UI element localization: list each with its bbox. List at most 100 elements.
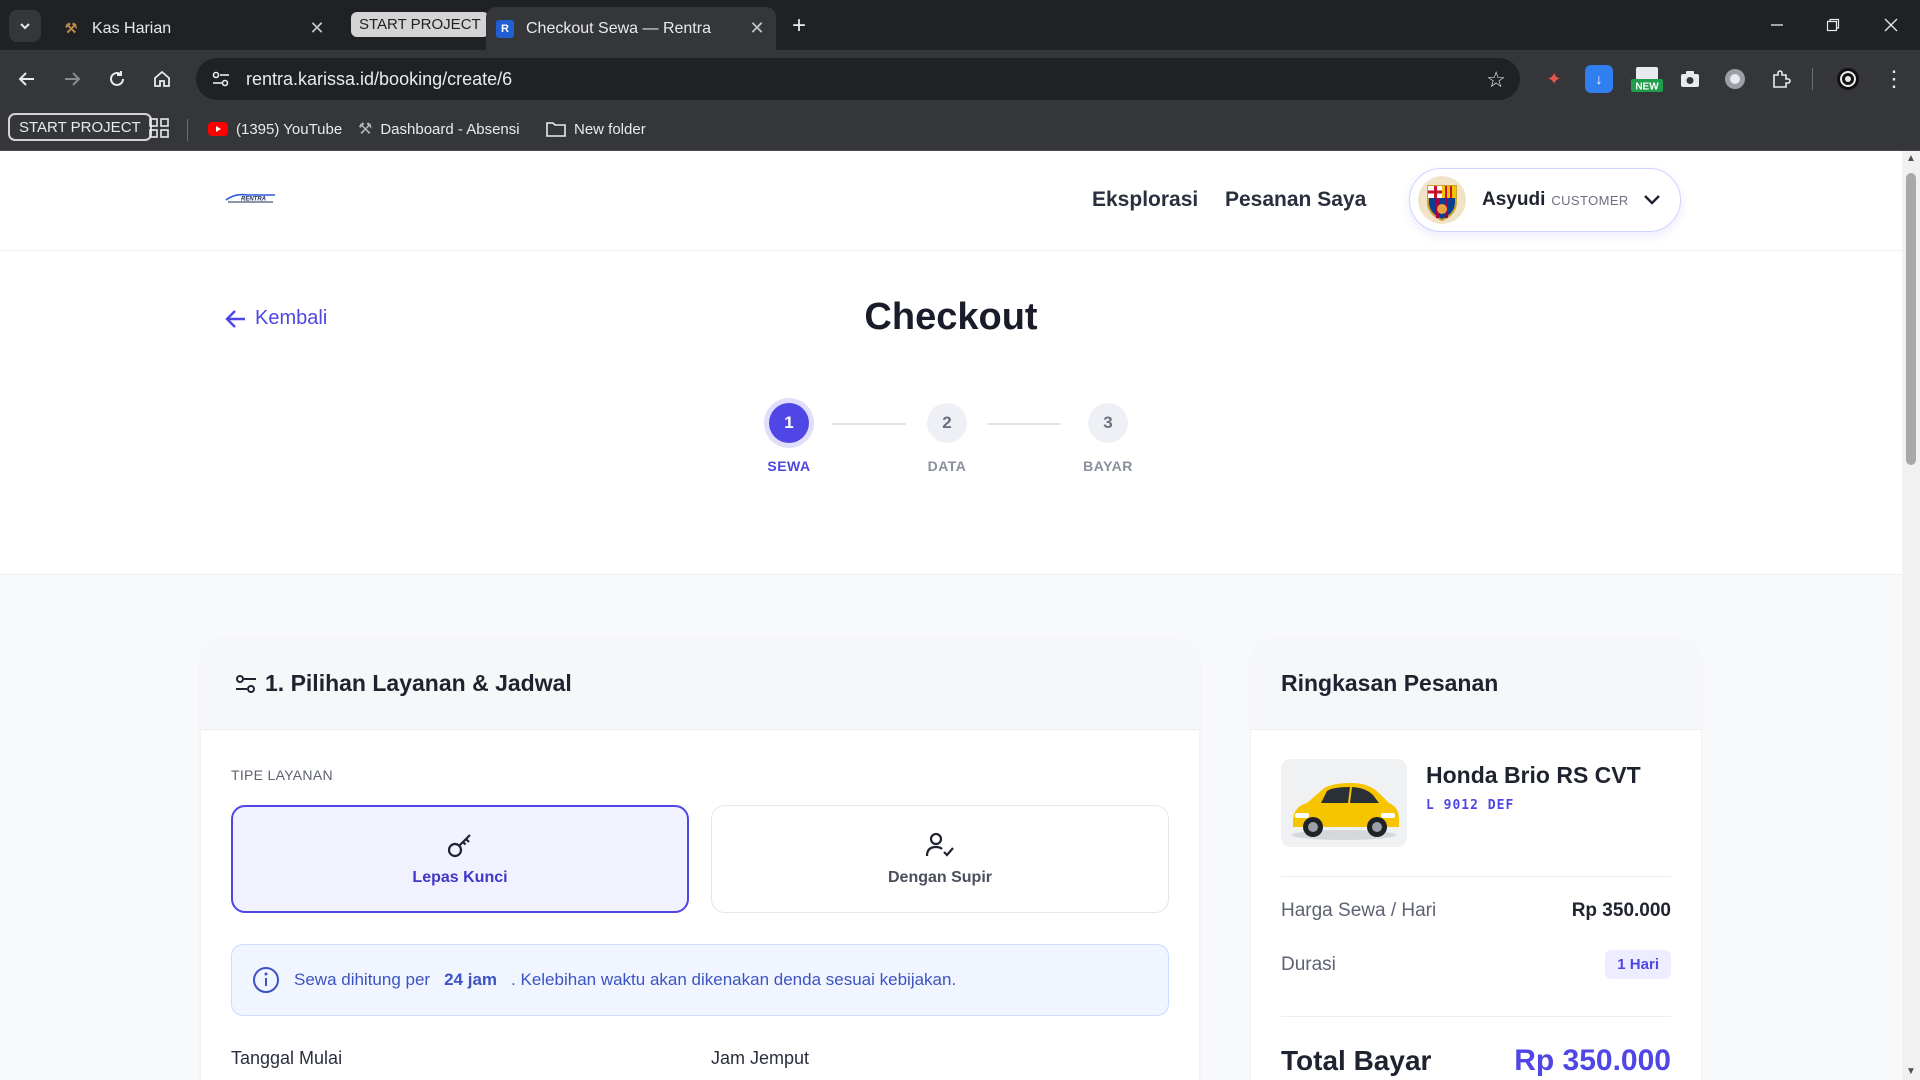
step-2-label: DATA	[927, 458, 967, 474]
scrollbar-thumb[interactable]	[1906, 173, 1916, 465]
service-type-label: TIPE LAYANAN	[231, 767, 333, 783]
info-suffix: . Kelebihan waktu akan dikenakan denda s…	[511, 970, 957, 989]
option-label: Dengan Supir	[887, 869, 992, 886]
bookmark-separator	[187, 119, 188, 141]
tab-kas-harian[interactable]: ⚒ Kas Harian ✕	[52, 7, 336, 50]
car-name: Honda Brio RS CVT	[1426, 762, 1641, 788]
duration-row: Durasi 1 Hari	[1281, 950, 1671, 979]
home-button[interactable]	[145, 62, 179, 96]
apps-grid-icon[interactable]	[148, 117, 170, 144]
car-plate: L 9012 DEF	[1426, 798, 1515, 813]
bookmarks-bar: START PROJECT (1395) YouTube ⚒ Dashboard…	[0, 108, 1920, 151]
step-3-circle: 3	[1088, 403, 1128, 443]
rentra-favicon-icon: R	[496, 19, 514, 38]
scroll-down-arrow-icon[interactable]: ▼	[1906, 1067, 1916, 1077]
close-tab-icon[interactable]: ✕	[304, 16, 330, 42]
address-bar[interactable]: rentra.karissa.id/booking/create/6 ☆	[196, 58, 1520, 100]
browser-toolbar: rentra.karissa.id/booking/create/6 ☆ ✦ ↓…	[0, 50, 1920, 108]
checkout-stepper: 1 2 3 SEWA DATA BAYAR	[0, 252, 1902, 574]
total-label: Total Bayar	[1281, 1045, 1432, 1076]
total-value: Rp 350.000	[1514, 1044, 1671, 1077]
restore-icon	[1826, 18, 1840, 32]
new-badge-text: NEW	[1635, 82, 1659, 93]
extension-bird-icon[interactable]: ✦	[1540, 65, 1568, 93]
profile-role: CUSTOMER	[1551, 192, 1629, 208]
option-dengan-supir[interactable]: Dengan Supir	[711, 805, 1169, 913]
user-check-icon	[925, 832, 954, 857]
rentra-logo-icon: RENTRA	[225, 193, 275, 203]
car-image	[1281, 759, 1407, 847]
extensions-puzzle-icon[interactable]	[1767, 65, 1795, 93]
duration-badge: 1 Hari	[1605, 950, 1671, 979]
step-1-label: SEWA	[767, 458, 811, 474]
option-lepas-kunci[interactable]: Lepas Kunci	[231, 805, 689, 913]
order-summary-card: Ringkasan Pesanan Honda Brio RS CVT L 90…	[1251, 638, 1701, 1080]
back-button[interactable]	[10, 62, 44, 96]
card-header: 1. Pilihan Layanan & Jadwal	[201, 638, 1199, 730]
nav-pesanan-saya[interactable]: Pesanan Saya	[1225, 188, 1366, 212]
scroll-up-arrow-icon[interactable]: ▲	[1906, 154, 1916, 164]
bookmark-group-chip[interactable]: START PROJECT	[8, 113, 152, 141]
tab-group-chip[interactable]: START PROJECT	[351, 12, 489, 37]
extension-circle-icon[interactable]	[1721, 65, 1749, 93]
sliders-icon	[236, 674, 256, 693]
tab-search-button[interactable]	[9, 10, 41, 42]
summary-title: Ringkasan Pesanan	[1251, 638, 1701, 730]
browser-tab-bar: ⚒ Kas Harian ✕ START PROJECT R Checkout …	[0, 0, 1920, 50]
pickup-time-label: Jam Jemput	[711, 1048, 810, 1068]
kas-favicon-icon: ⚒	[64, 20, 78, 36]
price-label: Harga Sewa / Hari	[1281, 900, 1437, 921]
tab-checkout-sewa[interactable]: R Checkout Sewa — Rentra ✕	[486, 7, 776, 50]
page-scrollbar[interactable]: ▲ ▼	[1902, 151, 1920, 1080]
step-connector	[832, 423, 906, 425]
close-window-button[interactable]	[1868, 8, 1914, 42]
extension-download-icon[interactable]: ↓	[1585, 65, 1613, 93]
service-schedule-card: 1. Pilihan Layanan & Jadwal TIPE LAYANAN…	[201, 638, 1199, 1080]
restore-button[interactable]	[1810, 8, 1856, 42]
bookmark-label: Dashboard - Absensi	[380, 120, 520, 138]
step-2-circle: 2	[927, 403, 967, 443]
site-logo[interactable]: RENTRA	[225, 191, 277, 205]
bookmark-youtube[interactable]: (1395) YouTube	[208, 116, 342, 142]
card-title: 1. Pilihan Layanan & Jadwal	[265, 670, 572, 696]
checkout-hero: Kembali Checkout 1 2 3 SEWA DATA BAYAR	[0, 252, 1902, 574]
bookmark-new-folder[interactable]: New folder	[546, 116, 646, 142]
home-icon	[154, 70, 170, 87]
bookmark-label: (1395) YouTube	[236, 120, 343, 138]
bookmark-dashboard-absensi[interactable]: ⚒ Dashboard - Absensi	[358, 116, 520, 142]
reload-button[interactable]	[100, 62, 134, 96]
bookmark-label: New folder	[574, 120, 646, 138]
extension-new-icon[interactable]: NEW	[1630, 65, 1664, 93]
key-icon	[447, 834, 471, 858]
youtube-icon	[208, 122, 228, 136]
minimize-icon	[1771, 24, 1783, 26]
step-connector	[987, 423, 1061, 425]
profile-avatar-icon[interactable]	[1834, 65, 1862, 93]
url-text[interactable]: rentra.karissa.id/booking/create/6	[246, 69, 512, 90]
profile-menu-button[interactable]: Asyudi CUSTOMER	[1409, 168, 1681, 232]
minimize-button[interactable]	[1754, 8, 1800, 42]
nav-eksplorasi[interactable]: Eksplorasi	[1092, 188, 1198, 212]
summary-divider	[1281, 1016, 1671, 1017]
close-tab-icon[interactable]: ✕	[744, 16, 770, 42]
tab-title: Checkout Sewa — Rentra	[526, 19, 711, 37]
start-date-label: Tanggal Mulai	[231, 1048, 343, 1068]
info-highlight: 24 jam	[444, 970, 498, 989]
site-header: RENTRA Eksplorasi Pesanan Saya Asyudi CU…	[0, 151, 1902, 251]
price-value: Rp 350.000	[1571, 900, 1671, 921]
page-viewport: RENTRA Eksplorasi Pesanan Saya Asyudi CU…	[0, 151, 1902, 1080]
site-info-icon[interactable]	[206, 70, 236, 88]
extension-camera-icon[interactable]	[1676, 65, 1704, 93]
folder-icon	[546, 121, 566, 137]
logo-text: RENTRA	[241, 197, 266, 203]
bookmark-star-icon[interactable]: ☆	[1486, 67, 1506, 93]
summary-divider	[1281, 876, 1671, 877]
browser-menu-icon[interactable]: ⋮	[1880, 65, 1908, 93]
price-per-day-row: Harga Sewa / Hari Rp 350.000	[1281, 900, 1671, 922]
profile-name: Asyudi	[1482, 189, 1546, 210]
forward-button[interactable]	[55, 62, 89, 96]
duration-label: Durasi	[1281, 953, 1336, 975]
step-1-circle: 1	[769, 403, 809, 443]
new-tab-button[interactable]: +	[784, 11, 814, 41]
info-prefix: Sewa dihitung per	[294, 970, 431, 989]
